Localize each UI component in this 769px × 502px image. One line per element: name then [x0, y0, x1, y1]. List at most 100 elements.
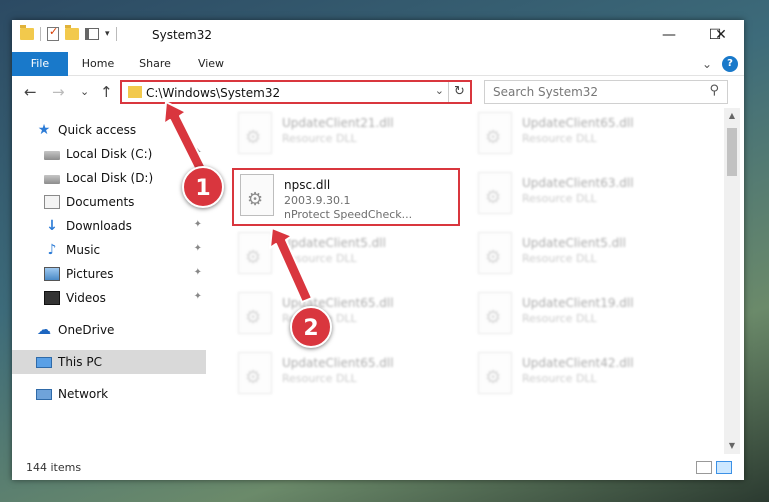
dll-file-icon: ⚙ [240, 174, 274, 216]
quick-access-toolbar: ▾ [20, 25, 117, 41]
file-type: Resource DLL [522, 312, 597, 325]
file-name: UpdateClient19.dll [522, 296, 634, 310]
sidebar-item-label: This PC [58, 355, 102, 369]
explorer-window: ▾ System32 — ☐ ✕ File Home Share View ⌄ … [12, 20, 744, 480]
videos-icon [44, 291, 60, 305]
sidebar-item-onedrive[interactable]: ☁ OneDrive [12, 318, 206, 342]
file-item[interactable]: ⚙ UpdateClient42.dll Resource DLL [472, 348, 692, 404]
dll-file-icon: ⚙ [478, 112, 512, 154]
folder-icon [20, 25, 34, 40]
sidebar-item-label: Local Disk (D:) [66, 171, 154, 185]
file-item[interactable]: ⚙ UpdateClient65.dll Resource DLL [232, 348, 452, 404]
sidebar-item-label: Pictures [66, 267, 114, 281]
file-name: UpdateClient65.dll [522, 116, 634, 130]
file-name: UpdateClient5.dll [282, 236, 386, 250]
folder-icon [128, 86, 142, 98]
expand-ribbon-icon[interactable]: ⌄ [702, 57, 712, 71]
address-bar[interactable]: C:\Windows\System32 ⌄ ↻ [120, 80, 472, 104]
pin-icon: ✦ [193, 147, 202, 158]
item-count: 144 items [26, 461, 82, 474]
status-bar: 144 items [12, 456, 744, 480]
close-button[interactable]: ✕ [698, 20, 744, 50]
navigation-pane: ★ Quick access Local Disk (C:) ✦ Local D… [12, 112, 206, 452]
file-item[interactable]: ⚙ UpdateClient5.dll Resource DLL [232, 228, 452, 284]
cloud-icon: ☁ [37, 322, 51, 338]
up-button[interactable]: ↑ [100, 83, 113, 101]
tab-home[interactable]: Home [74, 52, 122, 76]
new-folder-icon[interactable] [65, 25, 79, 40]
recent-locations-button[interactable]: ⌄ [80, 85, 89, 98]
search-placeholder: Search System32 [493, 85, 599, 99]
scroll-down-icon[interactable]: ▼ [724, 438, 740, 454]
title-bar: ▾ System32 — ☐ ✕ [12, 20, 744, 52]
file-item[interactable]: ⚙ UpdateClient65.dll Resource DLL [232, 288, 452, 344]
scroll-up-icon[interactable]: ▲ [724, 108, 740, 124]
dll-file-icon: ⚙ [238, 292, 272, 334]
sidebar-item-label: Local Disk (C:) [66, 147, 153, 161]
file-name: UpdateClient63.dll [522, 176, 634, 190]
search-icon[interactable]: ⚲ [709, 83, 719, 98]
file-type: Resource DLL [522, 132, 597, 145]
file-name: UpdateClient21.dll [282, 116, 394, 130]
vertical-scrollbar[interactable]: ▲ ▼ [724, 108, 740, 454]
tab-view[interactable]: View [188, 52, 234, 76]
scroll-thumb[interactable] [727, 128, 737, 176]
sidebar-item-local-disk-c[interactable]: Local Disk (C:) ✦ [12, 142, 206, 166]
network-icon [36, 389, 52, 400]
address-path[interactable]: C:\Windows\System32 [146, 86, 280, 100]
sidebar-item-label: Quick access [58, 123, 137, 137]
dll-file-icon: ⚙ [238, 112, 272, 154]
view-toggle-icon[interactable] [85, 28, 99, 40]
pin-icon: ✦ [193, 267, 202, 278]
pin-icon: ✦ [193, 291, 202, 302]
file-type: Resource DLL [522, 372, 597, 385]
sidebar-item-label: Music [66, 243, 101, 257]
address-dropdown-icon[interactable]: ⌄ [435, 84, 444, 97]
ribbon: File Home Share View ⌄ ? [12, 52, 744, 76]
dll-file-icon: ⚙ [478, 232, 512, 274]
pin-icon: ✦ [193, 243, 202, 254]
file-item[interactable]: ⚙ UpdateClient65.dll Resource DLL [472, 108, 692, 164]
details-view-icon[interactable] [696, 461, 712, 474]
file-item[interactable]: ⚙ UpdateClient19.dll Resource DLL [472, 288, 692, 344]
sidebar-item-local-disk-d[interactable]: Local Disk (D:) [12, 166, 206, 190]
download-icon: ↓ [46, 218, 58, 234]
search-input[interactable]: Search System32 ⚲ [484, 80, 728, 104]
sidebar-item-network[interactable]: Network [12, 382, 206, 406]
large-icons-view-icon[interactable] [716, 461, 732, 474]
sidebar-item-quick-access[interactable]: ★ Quick access [12, 118, 206, 142]
file-type: Resource DLL [522, 192, 597, 205]
file-item[interactable]: ⚙ UpdateClient21.dll Resource DLL [232, 108, 452, 164]
refresh-icon[interactable]: ↻ [448, 82, 470, 102]
music-icon: ♪ [47, 242, 57, 258]
dll-file-icon: ⚙ [478, 172, 512, 214]
tab-share[interactable]: Share [130, 52, 180, 76]
minimize-button[interactable]: — [646, 20, 692, 50]
navigation-bar: ← → ⌄ ↑ C:\Windows\System32 ⌄ ↻ Search S… [12, 77, 744, 107]
forward-button[interactable]: → [52, 83, 65, 101]
properties-icon[interactable] [47, 25, 59, 41]
file-type: Resource DLL [282, 132, 357, 145]
file-name: UpdateClient65.dll [282, 356, 394, 370]
customize-toolbar-icon[interactable]: ▾ [105, 29, 110, 39]
dll-file-icon: ⚙ [478, 292, 512, 334]
back-button[interactable]: ← [24, 83, 37, 101]
file-item[interactable]: ⚙ UpdateClient5.dll Resource DLL [472, 228, 692, 284]
pin-icon: ✦ [193, 219, 202, 230]
file-description: nProtect SpeedCheck... [284, 208, 413, 221]
file-name: UpdateClient5.dll [522, 236, 626, 250]
sidebar-item-pictures[interactable]: Pictures ✦ [12, 262, 206, 286]
sidebar-item-videos[interactable]: Videos ✦ [12, 286, 206, 310]
sidebar-item-documents[interactable]: Documents [12, 190, 206, 214]
file-list: ⚙ UpdateClient21.dll Resource DLL ⚙ Upda… [212, 108, 720, 454]
sidebar-item-this-pc[interactable]: This PC [12, 350, 206, 374]
sidebar-item-downloads[interactable]: ↓ Downloads ✦ [12, 214, 206, 238]
file-item[interactable]: ⚙ UpdateClient63.dll Resource DLL [472, 168, 692, 224]
tab-file[interactable]: File [12, 52, 68, 76]
file-item-npsc[interactable]: ⚙ npsc.dll 2003.9.30.1 nProtect SpeedChe… [232, 168, 460, 226]
dll-file-icon: ⚙ [238, 232, 272, 274]
file-version: 2003.9.30.1 [284, 194, 351, 207]
sidebar-item-music[interactable]: ♪ Music ✦ [12, 238, 206, 262]
help-icon[interactable]: ? [722, 56, 738, 72]
sidebar-item-label: Videos [66, 291, 106, 305]
